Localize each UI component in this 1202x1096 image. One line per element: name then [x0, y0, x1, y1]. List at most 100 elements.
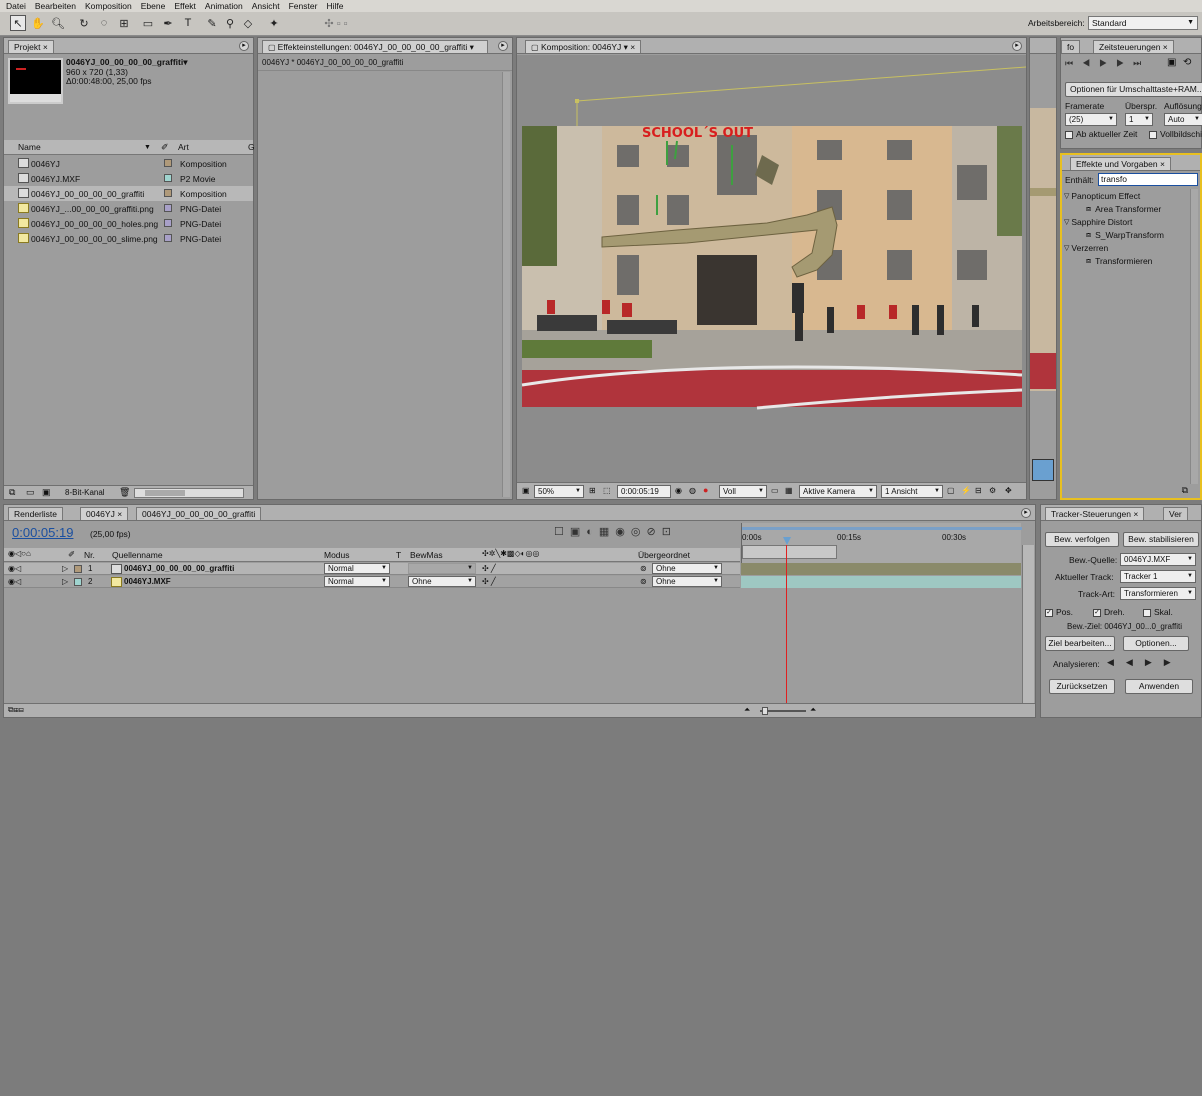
navigator-thumbnail-icon[interactable] [1032, 459, 1054, 481]
current-track-select[interactable]: Tracker 1 [1120, 570, 1196, 583]
analyze-controls[interactable]: ◀◀▶▶ [1107, 657, 1183, 668]
menu-item-komposition[interactable]: Komposition [85, 1, 132, 11]
scale-checkbox[interactable]: Skal. [1143, 607, 1173, 617]
tab-composition[interactable]: ▢ Komposition: 0046YJ ▾ × [525, 40, 642, 53]
label-color-swatch[interactable] [164, 189, 172, 197]
edit-target-button[interactable]: Ziel bearbeiten... [1045, 636, 1115, 651]
label-column-icon[interactable]: ✐ [161, 142, 169, 153]
hand-tool-icon[interactable]: ✋ [30, 15, 46, 31]
from-current-time-checkbox[interactable]: Ab aktueller Zeit [1065, 129, 1137, 139]
menu-item-ebene[interactable]: Ebene [141, 1, 166, 11]
menu-item-ansicht[interactable]: Ansicht [252, 1, 280, 11]
track-type-select[interactable]: Transformieren [1120, 587, 1196, 600]
tab-effect-controls[interactable]: ▢ Effekteinstellungen: 0046YJ_00_00_00_00… [262, 40, 488, 53]
label-color-swatch[interactable] [74, 565, 82, 573]
region-of-interest-icon[interactable]: ▭ [771, 486, 779, 495]
layer-2-bar[interactable] [741, 576, 1021, 588]
label-color-swatch[interactable] [164, 219, 172, 227]
effect-category[interactable]: ▽ Sapphire Distort [1064, 215, 1132, 228]
col-parent-header[interactable]: Übergeordnet [638, 550, 690, 560]
selection-tool-icon[interactable]: ↖ [10, 15, 26, 31]
clone-stamp-icon[interactable]: ⚲ [222, 15, 238, 31]
layer-quality-switches[interactable]: ✣ ╱ [482, 576, 496, 588]
time-ruler[interactable]: 0:00s 00:15s 00:30s [741, 523, 1022, 563]
toggle-pixel-aspect-icon[interactable]: ▢ [947, 486, 955, 495]
new-folder-icon[interactable]: ▭ [26, 487, 35, 498]
project-list-item[interactable]: 0046YJ_...00_00_00_graffiti.png PNG-Datei [4, 201, 253, 216]
grid-guides-icon[interactable]: ⊞ [589, 486, 596, 495]
menu-item-fenster[interactable]: Fenster [289, 1, 318, 11]
timeline-footer-icons[interactable]: ⧉⊞⊟ [8, 705, 24, 715]
timeline-icon[interactable]: ⊟ [975, 486, 982, 495]
layer-quality-switches[interactable]: ✣ ╱ [482, 563, 496, 575]
expand-layer-icon[interactable]: ▷ [62, 576, 68, 588]
blend-mode-select[interactable]: Normal [324, 576, 390, 587]
skip-select[interactable]: 1 [1125, 113, 1153, 126]
effect-item[interactable]: ⧈ S_WarpTransform [1086, 228, 1164, 241]
disclosure-triangle-icon[interactable]: ▽ [1064, 192, 1069, 200]
panel-menu-icon[interactable]: ▸ [498, 41, 508, 51]
zoom-tool-icon[interactable]: 🔍︎ [50, 15, 66, 31]
col-type-header[interactable]: Art [178, 142, 189, 152]
project-list-item[interactable]: 0046YJ.MXF P2 Movie [4, 171, 253, 186]
tab-effects-presets[interactable]: Effekte und Vorgaben × [1070, 157, 1171, 170]
effect-category[interactable]: ▽ Panopticum Effect [1064, 189, 1140, 202]
layer-source-name[interactable]: 0046YJ.MXF [124, 576, 171, 588]
eraser-tool-icon[interactable]: ◇ [240, 15, 256, 31]
time-navigator[interactable] [742, 545, 837, 559]
label-color-swatch[interactable] [164, 159, 172, 167]
composition-viewer[interactable]: SCHOOL´S OUT [517, 55, 1026, 483]
panel-menu-icon[interactable]: ▸ [1012, 41, 1022, 51]
menu-item-bearbeiten[interactable]: Bearbeiten [35, 1, 76, 11]
col-trkmat-header[interactable]: BewMas [410, 550, 443, 560]
av-switches-icon[interactable]: ◉◁ [8, 563, 21, 575]
always-preview-icon[interactable]: ▣ [522, 486, 530, 495]
orbit-camera-icon[interactable]: ◌ [96, 15, 112, 31]
tab-comp-graffiti[interactable]: 0046YJ_00_00_00_00_graffiti [136, 507, 262, 520]
composition-canvas[interactable]: SCHOOL´S OUT [517, 55, 1026, 483]
parent-pickwhip-icon[interactable]: ⊚ [640, 563, 647, 575]
lock-icon[interactable]: ▢ [268, 43, 276, 52]
effect-item[interactable]: ⧈ Transformieren [1086, 254, 1152, 267]
project-hscrollbar[interactable] [134, 488, 244, 498]
workspace-select[interactable]: Standard ▼ [1088, 16, 1198, 30]
effect-category[interactable]: ▽ Verzerren [1064, 241, 1108, 254]
camera-select[interactable]: Aktive Kamera [799, 485, 877, 498]
project-list-item[interactable]: 0046YJ_00_00_00_00_graffiti Komposition [4, 186, 253, 201]
fast-previews-icon[interactable]: ⚡ [961, 486, 971, 495]
apply-button[interactable]: Anwenden [1125, 679, 1193, 694]
label-color-swatch[interactable] [164, 234, 172, 242]
effect-item[interactable]: ⧈ Area Transformer [1086, 202, 1161, 215]
layer-source-name[interactable]: 0046YJ_00_00_00_00_graffiti [124, 563, 234, 575]
rotation-checkbox[interactable]: ✓ Dreh. [1093, 607, 1125, 617]
layer-switches-icons[interactable]: ✣✲╲✱▩◇◐◎◎ [482, 549, 539, 558]
project-list-item[interactable]: 0046YJ_00_00_00_00_slime.png PNG-Datei [4, 231, 253, 246]
current-time-indicator-head[interactable] [783, 537, 791, 545]
axis-mode-icons[interactable]: ✣ ▫ ▫ [318, 15, 354, 31]
ram-options-button[interactable]: Optionen für Umschalttaste+RAM... [1065, 82, 1202, 97]
exposure-reset-icon[interactable]: ✥ [1005, 486, 1012, 495]
lock-icon[interactable]: ▢ [531, 43, 539, 52]
tab-project[interactable]: Projekt × [8, 40, 54, 53]
timeline-switches[interactable]: ☐▣◐▦◉◎⊘⊡ [554, 525, 677, 538]
brush-tool-icon[interactable]: ✎ [204, 15, 220, 31]
preview-resolution-select[interactable]: Auto [1164, 113, 1202, 126]
parent-select[interactable]: Ohne [652, 563, 722, 574]
track-matte-select[interactable] [408, 563, 476, 574]
col-extra-header[interactable]: G [248, 142, 255, 152]
timeline-layer-row[interactable]: ◉◁ ▷ 1 0046YJ_00_00_00_00_graffiti ✣ ╱ ⊚ Norma… [4, 563, 740, 575]
tab-render-queue[interactable]: Renderliste [8, 507, 63, 520]
zoom-select[interactable]: 50% [534, 485, 584, 498]
ram-preview-icon[interactable]: ▣ [1167, 57, 1176, 68]
motion-source-select[interactable]: 0046YJ.MXF [1120, 553, 1196, 566]
panel-menu-icon[interactable]: ▸ [239, 41, 249, 51]
col-name-header[interactable]: Name [18, 142, 41, 152]
zoom-out-icon[interactable]: ⏶ [744, 705, 750, 715]
project-list-item[interactable]: 0046YJ Komposition [4, 156, 253, 171]
expand-layer-icon[interactable]: ▷ [62, 563, 68, 575]
position-checkbox[interactable]: ✓ Pos. [1045, 607, 1073, 617]
layer-1-bar[interactable] [741, 563, 1021, 575]
col-t-header[interactable]: T [396, 550, 401, 560]
tab-time-controls[interactable]: Zeitsteuerungen × [1093, 40, 1174, 53]
framerate-select[interactable]: (25) [1065, 113, 1117, 126]
